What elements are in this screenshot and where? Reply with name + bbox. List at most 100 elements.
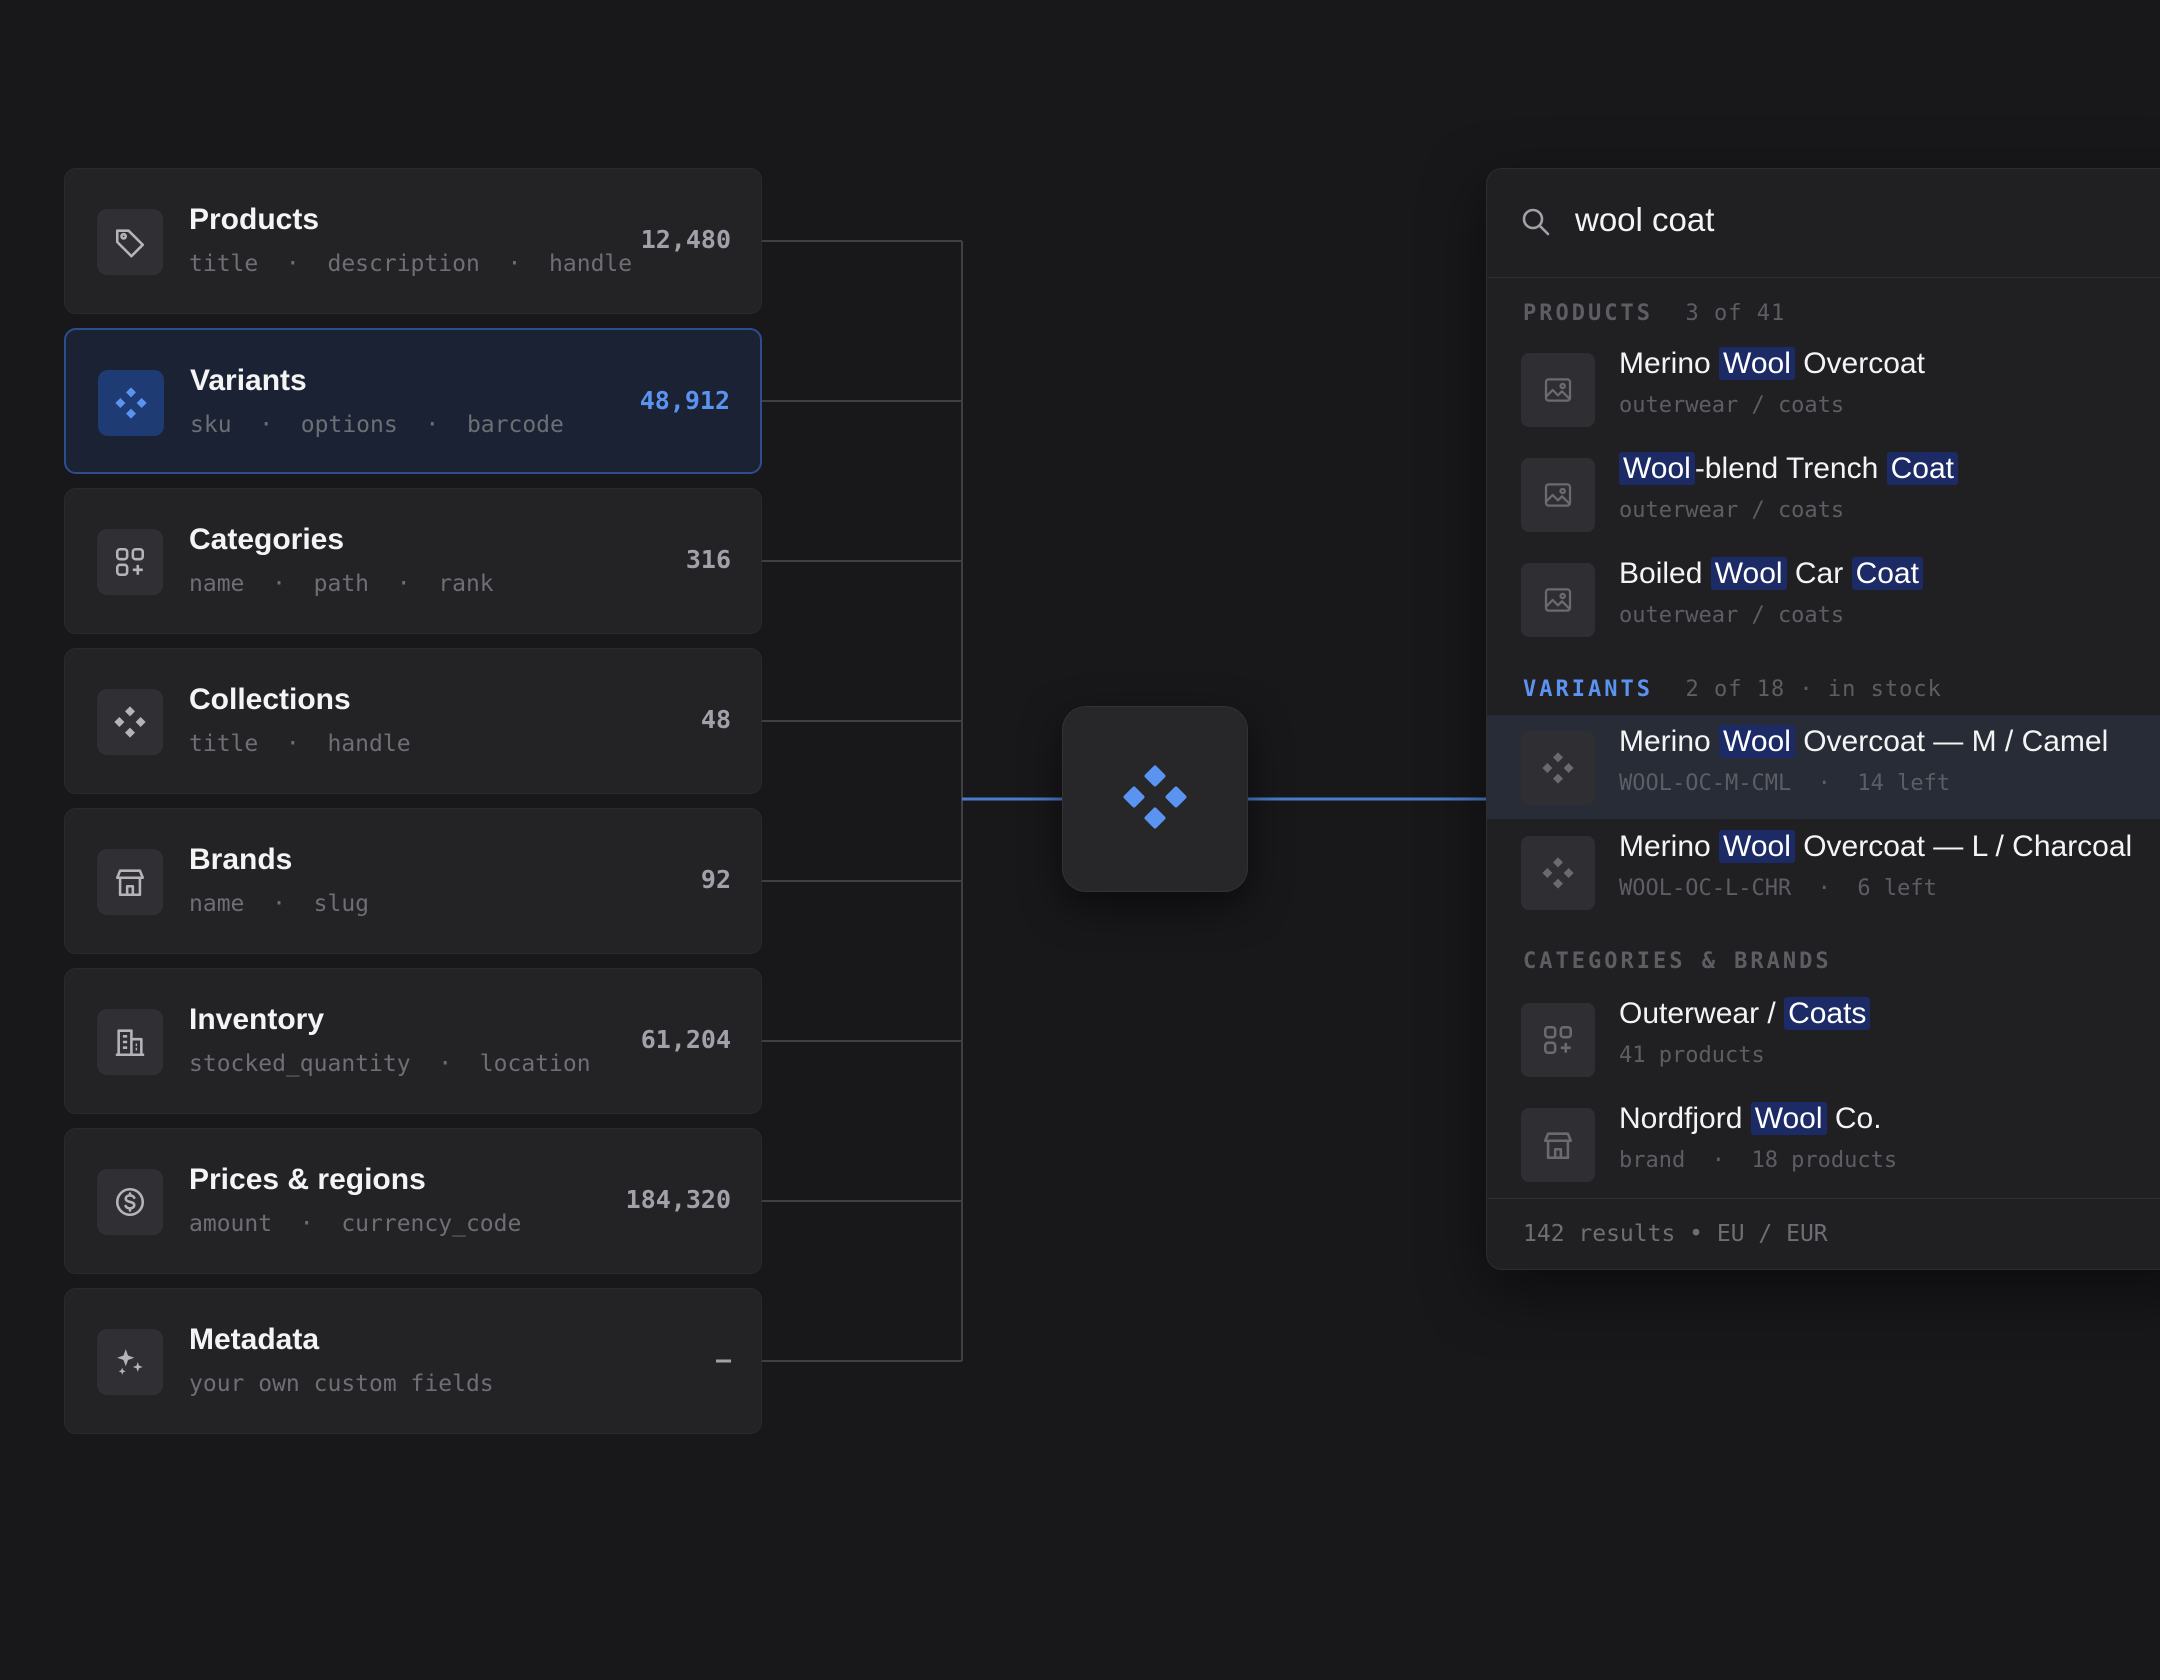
- section-meta: 2 of 18 · in stock: [1685, 677, 1942, 702]
- title-text: Overcoat — L / Charcoal: [1794, 830, 2133, 863]
- source-count: 48,912: [639, 386, 730, 415]
- match-highlight: Wool: [1710, 557, 1787, 590]
- result-title: Wool -blend Trench Coat: [1619, 452, 1958, 486]
- search-result[interactable]: Merino Wool Overcoat — L / Charcoal WOOL…: [1487, 820, 2160, 924]
- source-title: Variants: [190, 364, 307, 397]
- building-icon: [97, 1009, 163, 1075]
- source-title: Categories: [189, 523, 345, 556]
- match-highlight: Coat: [1851, 557, 1923, 590]
- title-text: Merino: [1619, 347, 1720, 380]
- section-header-categories: CATEGORIES & BRANDS: [1523, 949, 1832, 974]
- source-title: Metadata: [189, 1323, 320, 1356]
- source-count: 12,480: [640, 225, 731, 254]
- results-summary: 142 results • EU / EUR: [1523, 1221, 1828, 1247]
- source-title: Collections: [189, 683, 351, 716]
- match-highlight: Coat: [1886, 452, 1958, 485]
- source-card-variants[interactable]: Variants sku · options · barcode 48,912: [64, 328, 762, 474]
- source-fields: title · description · handle: [189, 251, 633, 277]
- title-text: Overcoat — M / Camel: [1794, 725, 2109, 758]
- grid-plus-icon: [1521, 1003, 1595, 1077]
- source-count: 316: [685, 545, 731, 574]
- search-result[interactable]: Outerwear / Coats 41 products: [1487, 987, 2160, 1091]
- source-count: 48: [700, 705, 731, 734]
- diamond-cluster-icon: [97, 689, 163, 755]
- source-fields: your own custom fields: [189, 1371, 494, 1397]
- match-highlight: Wool: [1619, 452, 1695, 485]
- search-results-panel: wool coat PRODUCTS 3 of 41 VARIANTS 2 of…: [1486, 168, 2160, 1270]
- source-card-metadata[interactable]: Metadata your own custom fields –: [64, 1288, 762, 1434]
- search-bar[interactable]: wool coat: [1487, 169, 2160, 278]
- diamond-cluster-icon: [98, 370, 164, 436]
- source-count: 184,320: [625, 1185, 731, 1214]
- section-label: PRODUCTS: [1523, 301, 1653, 326]
- storefront-icon: [97, 849, 163, 915]
- search-result[interactable]: Boiled Wool Car Coat outerwear / coats: [1487, 547, 2160, 651]
- match-highlight: Wool: [1750, 1102, 1827, 1135]
- source-fields: sku · options · barcode: [190, 412, 564, 438]
- search-result[interactable]: Wool -blend Trench Coat outerwear / coats: [1487, 442, 2160, 546]
- source-title: Prices & regions: [189, 1163, 426, 1196]
- title-text: Car: [1786, 557, 1852, 590]
- search-engine-hub: [1062, 706, 1248, 892]
- result-title: Merino Wool Overcoat — L / Charcoal: [1619, 830, 2132, 864]
- result-title: Nordfjord Wool Co.: [1619, 1102, 1882, 1136]
- result-title: Merino Wool Overcoat: [1619, 347, 1925, 381]
- result-title: Boiled Wool Car Coat: [1619, 557, 1923, 591]
- tag-icon: [97, 209, 163, 275]
- source-title: Products: [189, 203, 320, 236]
- source-card-brands[interactable]: Brands name · slug 92: [64, 808, 762, 954]
- source-count: 92: [700, 865, 731, 894]
- image-icon: [1521, 563, 1595, 637]
- search-result[interactable]: Merino Wool Overcoat outerwear / coats: [1487, 337, 2160, 441]
- title-text: Outerwear /: [1619, 997, 1785, 1030]
- search-icon: [1521, 207, 1551, 242]
- title-text: Merino: [1619, 725, 1720, 758]
- source-card-collections[interactable]: Collections title · handle 48: [64, 648, 762, 794]
- source-title: Brands: [189, 843, 293, 876]
- source-fields: amount · currency_code: [189, 1211, 522, 1237]
- result-title: Outerwear / Coats: [1619, 997, 1871, 1031]
- source-fields: stocked_quantity · location: [189, 1051, 591, 1077]
- result-subtitle: WOOL-OC-L-CHR · 6 left: [1619, 876, 1937, 901]
- source-card-inventory[interactable]: Inventory stocked_quantity · location 61…: [64, 968, 762, 1114]
- sparkles-icon: [97, 1329, 163, 1395]
- section-label: VARIANTS: [1523, 677, 1653, 702]
- section-header-variants: VARIANTS 2 of 18 · in stock: [1523, 677, 1942, 702]
- title-text: -blend Trench: [1694, 452, 1887, 485]
- match-highlight: Wool: [1719, 830, 1795, 863]
- search-result[interactable]: Merino Wool Overcoat — M / Camel WOOL-OC…: [1487, 715, 2160, 819]
- source-count: –: [715, 1345, 731, 1374]
- source-card-categories[interactable]: Categories name · path · rank 316: [64, 488, 762, 634]
- search-result[interactable]: Nordfjord Wool Co. brand · 18 products: [1487, 1092, 2160, 1196]
- result-subtitle: outerwear / coats: [1619, 498, 1845, 523]
- storefront-icon: [1521, 1108, 1595, 1182]
- diamond-cluster-icon: [1123, 765, 1187, 834]
- dollar-circle-icon: [97, 1169, 163, 1235]
- diamond-cluster-icon: [1521, 836, 1595, 910]
- section-label: CATEGORIES & BRANDS: [1523, 949, 1832, 974]
- match-highlight: Wool: [1719, 725, 1795, 758]
- section-meta: 3 of 41: [1685, 301, 1786, 326]
- source-title: Inventory: [189, 1003, 325, 1036]
- image-icon: [1521, 353, 1595, 427]
- diamond-cluster-icon: [1521, 731, 1595, 805]
- result-subtitle: outerwear / coats: [1619, 393, 1845, 418]
- source-count: 61,204: [640, 1025, 731, 1054]
- source-fields: title · handle: [189, 731, 411, 757]
- title-text: Boiled: [1619, 557, 1711, 590]
- match-highlight: Wool: [1719, 347, 1795, 380]
- source-fields: name · slug: [189, 891, 370, 917]
- title-text: Merino: [1619, 830, 1720, 863]
- result-title: Merino Wool Overcoat — M / Camel: [1619, 725, 2108, 759]
- source-fields: name · path · rank: [189, 571, 494, 597]
- title-text: Co.: [1826, 1102, 1882, 1135]
- section-header-products: PRODUCTS 3 of 41: [1523, 301, 1785, 326]
- source-card-prices-regions[interactable]: Prices & regions amount · currency_code …: [64, 1128, 762, 1274]
- source-card-products[interactable]: Products title · description · handle 12…: [64, 168, 762, 314]
- search-input[interactable]: wool coat: [1575, 201, 1714, 239]
- result-subtitle: outerwear / coats: [1619, 603, 1845, 628]
- results-footer: 142 results • EU / EUR: [1487, 1198, 2160, 1269]
- title-text: Overcoat: [1794, 347, 1925, 380]
- result-subtitle: 41 products: [1619, 1043, 1765, 1068]
- result-subtitle: brand · 18 products: [1619, 1148, 1898, 1173]
